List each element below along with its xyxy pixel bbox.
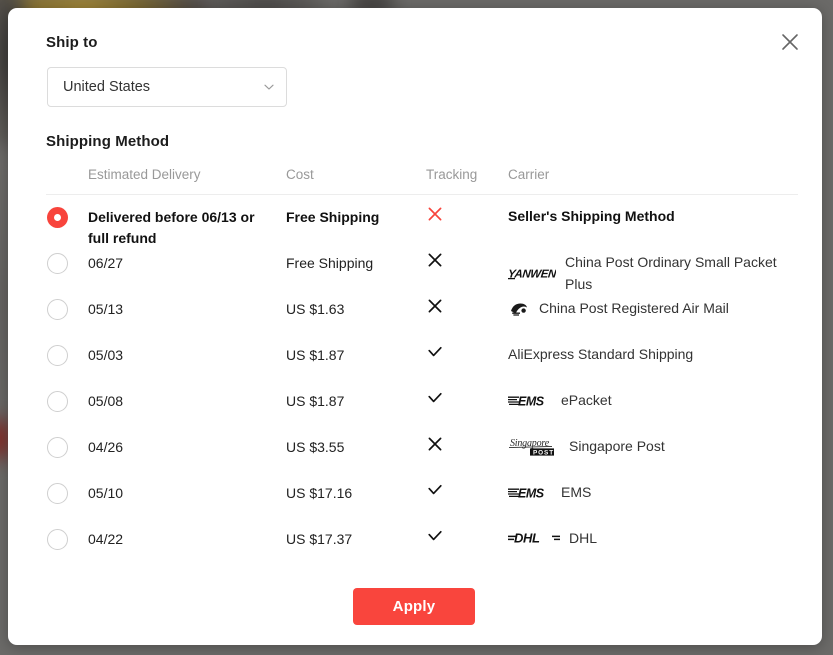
cost-value: Free Shipping [286,209,380,225]
cost-value: US $1.87 [286,393,345,409]
column-header-carrier: Carrier [508,167,550,182]
country-select-value: United States [63,79,151,95]
svg-text:EMS: EMS [518,394,545,408]
estimated-delivery-value: 05/13 [88,301,124,317]
shipping-option-row[interactable]: 05/13 US $1.63 China Post Registered Air M… [46,287,798,333]
estimated-delivery-value: 05/10 [88,485,124,501]
shipping-option-row[interactable]: Delivered before 06/13 or full refund Fre… [46,195,798,246]
cost-value: US $1.87 [286,347,345,363]
tracking-cross-icon [426,205,496,229]
shipping-option-list: Delivered before 06/13 or full refund Fre… [46,195,798,563]
carrier-cell: EMS ePacket [508,389,798,411]
shipping-option-radio[interactable] [47,391,68,412]
svg-text:EMS: EMS [518,486,545,500]
ems-logo: EMS [508,485,552,500]
carrier-name: China Post Registered Air Mail [539,300,729,316]
shipping-method-title: Shipping Method [46,133,170,150]
carrier-name: ePacket [561,392,612,408]
country-select[interactable]: United States [47,67,287,107]
column-header-estimated-delivery: Estimated Delivery [88,167,201,182]
shipping-option-radio[interactable] [47,207,68,228]
ems-logo: EMS [508,393,552,408]
tracking-check-icon [426,389,496,413]
estimated-delivery-value: 04/26 [88,439,124,455]
carrier-name: Seller's Shipping Method [508,208,675,224]
estimated-delivery-value: 05/03 [88,347,124,363]
estimated-delivery-value: 04/22 [88,531,124,547]
carrier-name: AliExpress Standard Shipping [508,346,694,362]
tracking-check-icon [426,343,496,367]
tracking-cross-icon [426,251,496,275]
chevron-down-icon [262,80,276,94]
shipping-option-row[interactable]: 04/26 US $3.55 Singapore POST Singapore Post [46,425,798,471]
shipping-modal: Ship to United States Shipping Method Es… [8,8,822,645]
tracking-cross-icon [426,435,496,459]
shipping-option-row[interactable]: 05/03 US $1.87 AliExpress Standard Shippin… [46,333,798,379]
shipping-option-radio[interactable] [47,483,68,504]
close-icon[interactable] [776,28,804,56]
carrier-cell: EMS EMS [508,481,798,503]
shipping-option-row[interactable]: 04/22 US $17.37 DHL DHL [46,517,798,563]
ship-to-title: Ship to [46,34,98,51]
shipping-option-radio[interactable] [47,437,68,458]
singapore-post-logo: Singapore POST [508,435,560,457]
tracking-check-icon [426,481,496,505]
carrier-name: EMS [561,484,592,500]
carrier-cell: AliExpress Standard Shipping [508,343,798,365]
cost-value: US $17.16 [286,485,353,501]
column-header-cost: Cost [286,167,314,182]
carrier-name: Singapore Post [569,438,665,454]
dhl-logo: DHL [508,530,560,546]
carrier-cell: Singapore POST Singapore Post [508,435,798,457]
shipping-option-row[interactable]: 05/08 US $1.87 EMS ePacket [46,379,798,425]
shipping-option-row[interactable]: 06/27 Free Shipping YANWEN China Post Ordin… [46,241,798,292]
shipping-option-row[interactable]: 05/10 US $17.16 EMS EMS [46,471,798,517]
shipping-method-table: Estimated Delivery Cost Tracking Carrier… [46,163,798,563]
cost-value: US $3.55 [286,439,345,455]
cost-value: US $1.63 [286,301,345,317]
estimated-delivery-value: 06/27 [88,255,124,271]
cost-value: Free Shipping [286,255,374,271]
carrier-cell: China Post Registered Air Mail [508,297,798,319]
table-header-row: Estimated Delivery Cost Tracking Carrier [46,163,798,195]
tracking-check-icon [426,527,496,551]
svg-text:YANWEN: YANWEN [508,269,556,281]
apply-button[interactable]: Apply [353,588,475,625]
carrier-name: DHL [569,530,598,546]
yanwen-logo: YANWEN [508,265,556,281]
carrier-cell: DHL DHL [508,527,798,549]
china-post-logo [508,300,530,317]
shipping-option-radio[interactable] [47,345,68,366]
shipping-option-radio[interactable] [47,299,68,320]
carrier-cell: Seller's Shipping Method [508,205,798,227]
estimated-delivery-value: 05/08 [88,393,124,409]
shipping-option-radio[interactable] [47,253,68,274]
column-header-tracking: Tracking [426,167,478,182]
svg-text:DHL: DHL [514,531,540,546]
tracking-cross-icon [426,297,496,321]
shipping-option-radio[interactable] [47,529,68,550]
svg-text:POST: POST [533,449,554,456]
cost-value: US $17.37 [286,531,353,547]
